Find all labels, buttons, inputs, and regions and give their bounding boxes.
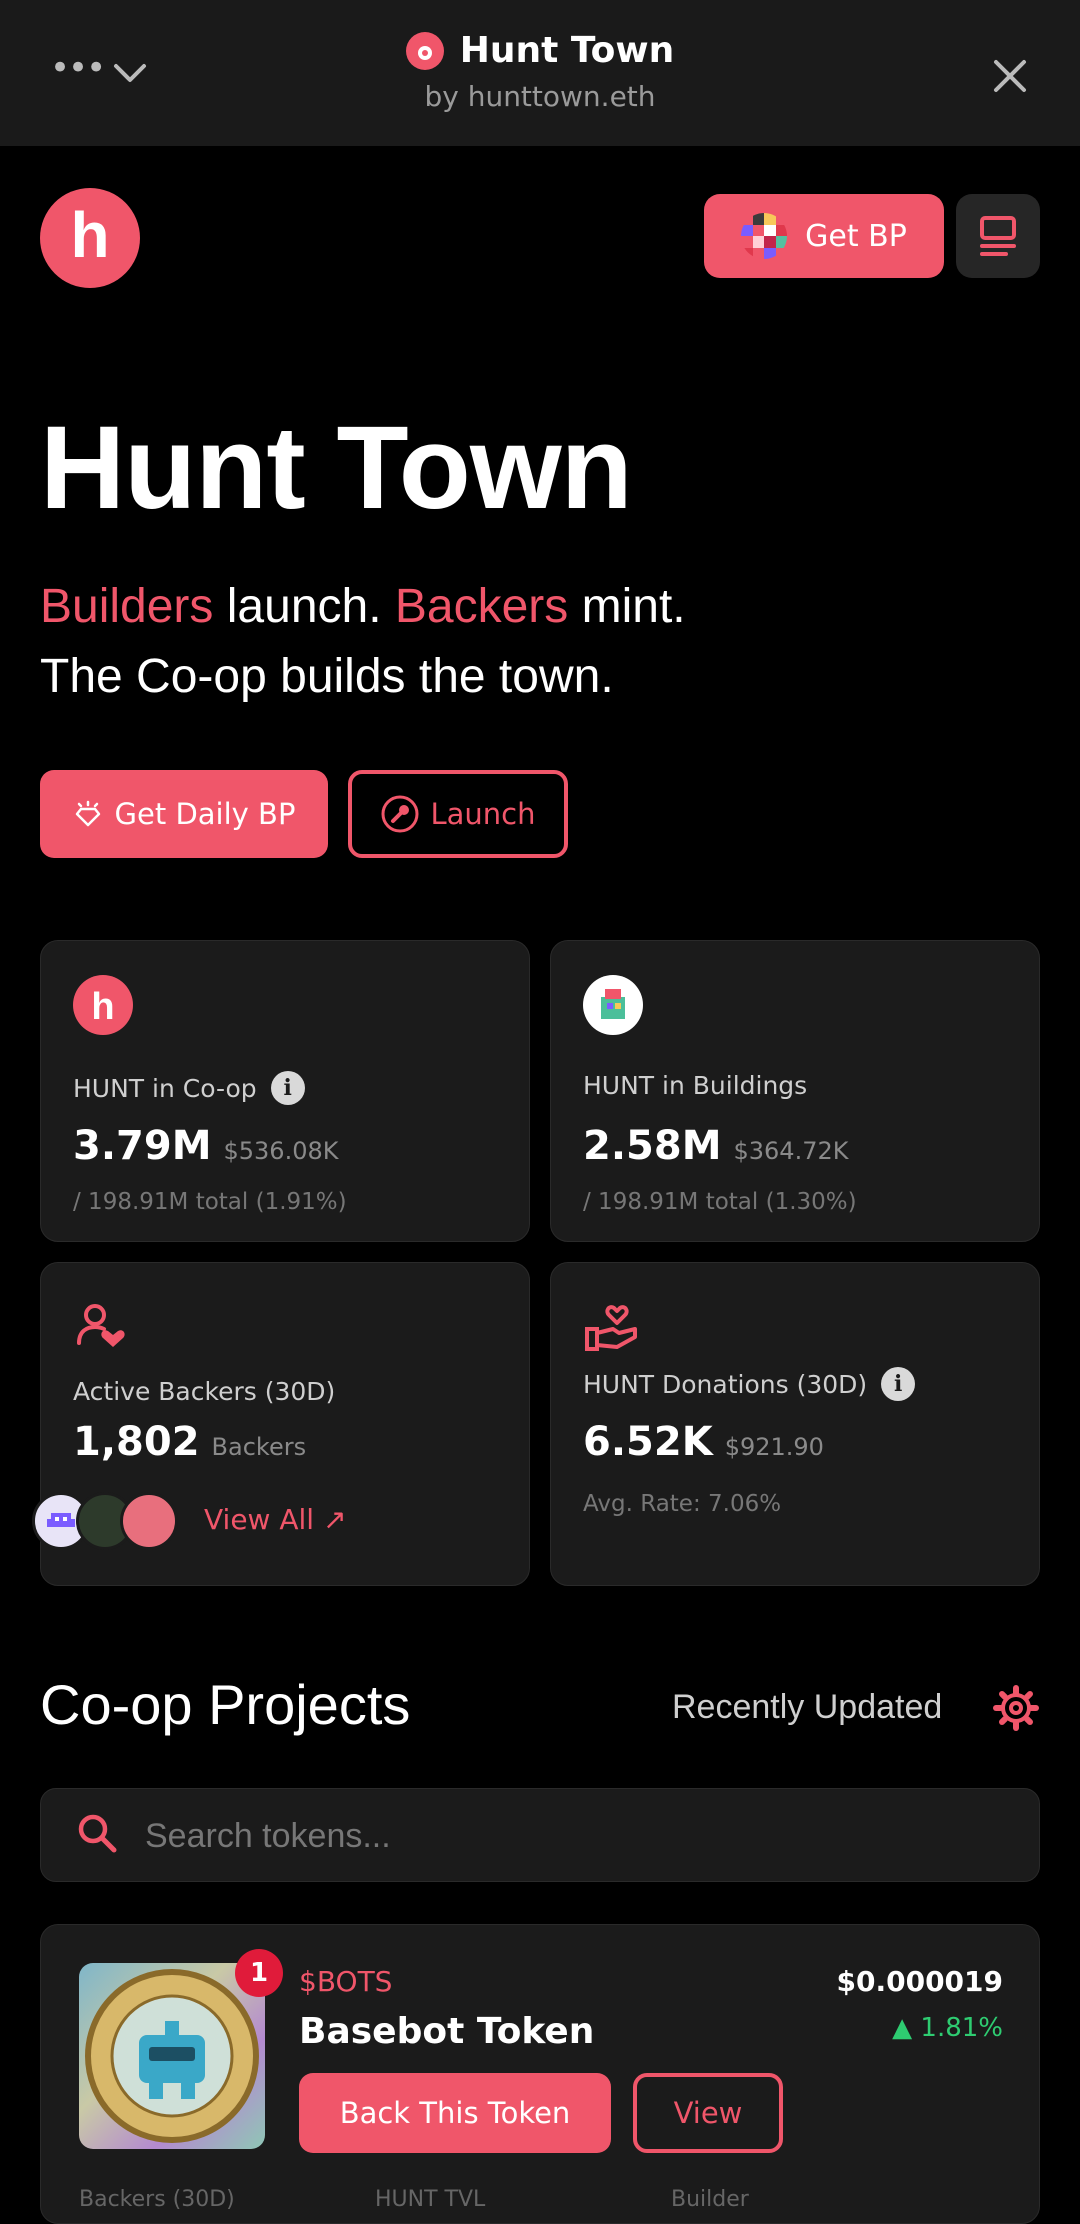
stat-label-text: HUNT Donations (30D) [583,1369,868,1399]
menu-button[interactable] [956,194,1040,278]
stat-card-donations: HUNT Donations (30D) i 6.52K $921.90 Avg… [550,1262,1040,1586]
launch-label: Launch [430,797,536,831]
stat-usd: $536.08K [223,1137,339,1165]
app-logo-icon [405,31,444,70]
pixel-avatar-icon [741,213,788,259]
section-title: Co-op Projects [40,1673,411,1736]
tagline-backers: Backers [394,580,569,633]
stat-value-row: 6.52K $921.90 [583,1419,824,1465]
token-price: $0.000019 [836,1965,1004,1998]
stat-sub: / 198.91M total (1.30%) [583,1189,857,1215]
stat-label: Active Backers (30D) [73,1377,335,1406]
gear-icon[interactable] [992,1684,1040,1732]
stat-value-row: 2.58M $364.72K [583,1123,848,1169]
search-input[interactable] [143,1789,1007,1883]
get-daily-bp-button[interactable]: Get Daily BP [40,770,328,858]
stat-label-text: HUNT in Buildings [583,1071,808,1100]
frame-subtitle: by hunttown.eth [424,79,656,113]
rank-badge: 1 [235,1949,283,1997]
stat-label: HUNT in Buildings [583,1071,807,1100]
tagline-launch: launch. [213,580,395,633]
stat-value: 3.79M [73,1123,212,1169]
avatar [120,1492,178,1550]
token-name: Basebot Token [299,2011,595,2052]
user-heart-icon [77,1304,125,1347]
stat-value: 1,802 [73,1419,200,1465]
hunt-logo[interactable]: h [40,188,140,288]
stat-card-coop: h HUNT in Co-op i 3.79M $536.08K / 198.9… [40,940,530,1242]
view-token-button[interactable]: View [633,2073,783,2153]
stat-value: 6.52K [583,1419,713,1465]
tagline-mint: mint. [568,580,686,633]
stat-value-row: 1,802 Backers [73,1419,306,1465]
stat-usd: $364.72K [733,1137,849,1165]
hand-heart-icon [585,1305,637,1351]
diamond-icon [75,800,100,827]
token-card[interactable]: 1 $BOTS Basebot Token $0.000019 ▲ 1.81% … [40,1924,1040,2224]
stat-label-text: HUNT in Co-op [73,1073,257,1103]
stat-sub: / 198.91M total (1.91%) [73,1189,347,1215]
hunt-token-icon: h [73,975,133,1035]
tagline-line2: The Co-op builds the town. [40,650,614,703]
stat-label: HUNT Donations (30D) i [583,1367,916,1401]
token-ticker: $BOTS [299,1965,393,1998]
stat-value: 2.58M [583,1123,722,1169]
info-icon[interactable]: i [270,1071,305,1105]
close-icon[interactable] [990,56,1030,96]
sort-label[interactable]: Recently Updated [672,1688,942,1727]
stat-sub: Avg. Rate: 7.06% [583,1491,782,1517]
menu-icon [980,216,1016,256]
frame-title: Hunt Town [459,30,675,71]
stat-value-row: 3.79M $536.08K [73,1123,338,1169]
stat-unit: Backers [211,1433,307,1461]
frame-title-block: Hunt Town by hunttown.eth [0,30,1080,113]
svg-text:h: h [91,986,114,1028]
stat-label: HUNT in Co-op i [73,1071,305,1105]
building-token-icon [583,975,643,1035]
get-bp-button[interactable]: Get BP [704,194,944,278]
search-bar [40,1788,1040,1883]
back-this-token-button[interactable]: Back This Token [299,2073,611,2153]
search-icon [78,1814,117,1853]
info-icon[interactable]: i [881,1367,916,1401]
wrench-icon [381,795,419,833]
hero-tagline: Builders launch. Backers mint. The Co-op… [40,572,686,712]
stat-usd: $921.90 [724,1433,824,1461]
hunt-logo-letter: h [70,199,110,271]
stat-card-buildings: HUNT in Buildings 2.58M $364.72K / 198.9… [550,940,1040,1242]
hero-title: Hunt Town [40,402,633,534]
stat-label-text: Active Backers (30D) [73,1377,336,1406]
get-daily-bp-label: Get Daily BP [114,797,296,831]
launch-button[interactable]: Launch [348,770,568,858]
token-change: ▲ 1.81% [892,2013,1003,2043]
get-bp-label: Get BP [805,218,907,254]
frame-header: ••• Hunt Town by hunttown.eth [0,0,1080,146]
tagline-builders: Builders [40,580,214,633]
basebot-token-image [79,1963,265,2149]
view-all-backers-link[interactable]: View All ↗ [204,1503,346,1536]
